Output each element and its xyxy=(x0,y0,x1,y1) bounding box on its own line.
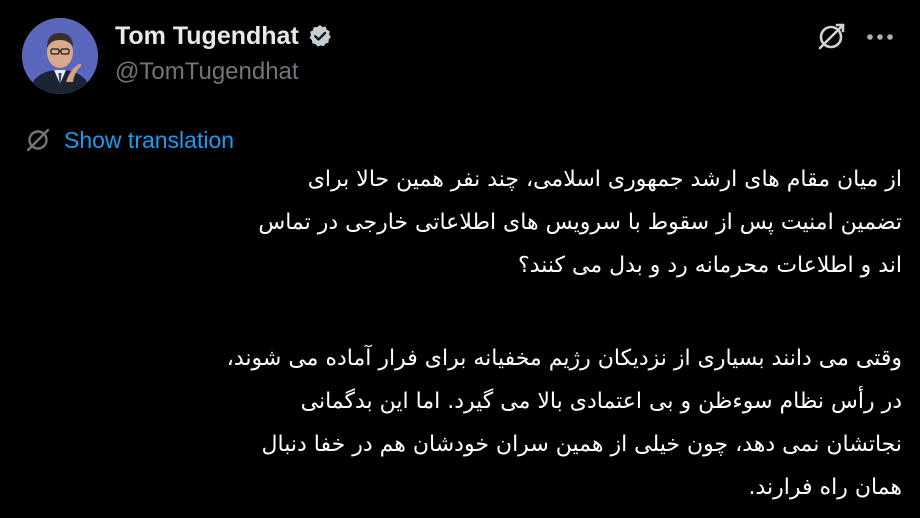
grok-icon[interactable] xyxy=(814,20,848,54)
tweet-text-line: در رأس نظام سوءظن و بی اعتمادی بالا می گ… xyxy=(300,389,902,414)
tweet-text-line: اند و اطلاعات محرمانه رد و بدل می کنند؟ xyxy=(518,253,902,278)
tweet-text-line: از میان مقام های ارشد جمهوری اسلامی، چند… xyxy=(307,167,902,192)
tweet-text-line: نجاتشان نمی دهد، چون خیلی از همین سران خ… xyxy=(261,432,902,457)
verified-badge-icon xyxy=(307,23,333,49)
author-name-row: Tom Tugendhat xyxy=(115,20,333,52)
tweet-paragraph: از میان مقام های ارشد جمهوری اسلامی، چند… xyxy=(30,158,902,287)
author-handle[interactable]: @TomTugendhat xyxy=(115,58,299,86)
tweet-card: Tom Tugendhat @TomTugendhat Show transla… xyxy=(0,0,920,518)
show-translation-label[interactable]: Show translation xyxy=(64,127,234,154)
avatar[interactable] xyxy=(22,18,98,94)
more-options-icon[interactable] xyxy=(862,22,898,52)
tweet-paragraph: وقتی می دانند بسیاری از نزدیکان رژیم مخف… xyxy=(30,337,902,509)
avatar-image xyxy=(22,18,98,94)
show-translation-button[interactable]: Show translation xyxy=(24,124,234,156)
author-display-name[interactable]: Tom Tugendhat xyxy=(115,22,299,51)
tweet-text-line: همان راه فرارند. xyxy=(748,475,902,500)
tweet-text-line: تضمین امنیت پس از سقوط با سرویس های اطلا… xyxy=(258,210,902,235)
translate-icon xyxy=(24,126,52,154)
tweet-text-line: وقتی می دانند بسیاری از نزدیکان رژیم مخف… xyxy=(226,346,902,371)
